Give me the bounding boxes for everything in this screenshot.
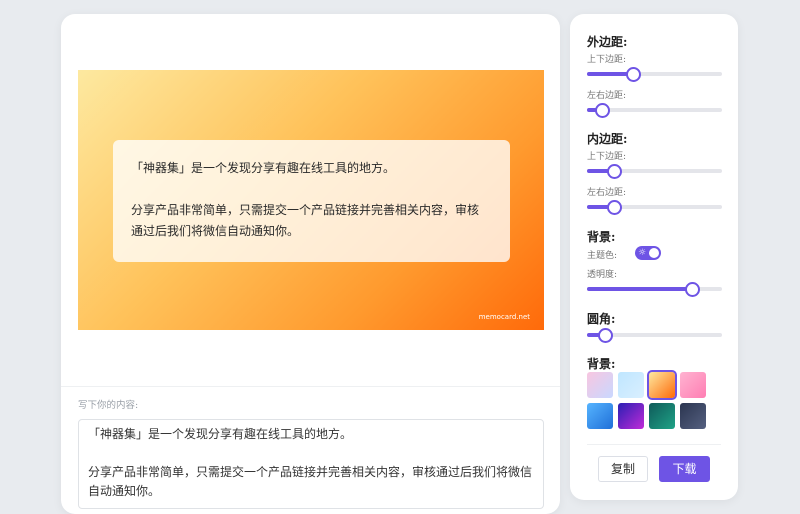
padding-title: 内边距: xyxy=(587,132,628,146)
background-swatch[interactable] xyxy=(647,370,677,400)
card-preview: 「神器集」是一个发现分享有趣在线工具的地方。 分享产品非常简单，只需提交一个产品… xyxy=(78,70,544,330)
background-swatch[interactable] xyxy=(680,403,706,429)
editor-line-3: 自动通知你。 xyxy=(88,484,161,498)
toggle-knob xyxy=(649,248,659,258)
background-swatches-title: 背景: xyxy=(587,357,616,371)
margin-horizontal-slider[interactable] xyxy=(587,103,722,118)
opacity-label: 透明度: xyxy=(587,270,618,280)
content-input-label: 写下你的内容: xyxy=(78,400,139,411)
preview-line-1: 「神器集」是一个发现分享有趣在线工具的地方。 xyxy=(131,161,396,175)
theme-color-label: 主题色: xyxy=(587,251,618,261)
slider-thumb[interactable] xyxy=(607,164,622,179)
preview-line-3: 通过后我们将微信自动通知你。 xyxy=(131,224,300,238)
opacity-slider[interactable] xyxy=(587,282,722,297)
slider-thumb[interactable] xyxy=(685,282,701,297)
divider xyxy=(61,386,560,387)
padding-horizontal-slider[interactable] xyxy=(587,200,722,215)
background-swatch[interactable] xyxy=(587,403,613,429)
theme-color-toggle[interactable]: ☼ xyxy=(635,246,661,260)
editor-line-2: 分享产品非常简单，只需提交一个产品链接并完善相关内容，审核通过后我们将微信 xyxy=(88,465,533,479)
margin-vertical-label: 上下边距: xyxy=(587,55,627,65)
download-button[interactable]: 下载 xyxy=(659,456,710,482)
background-title: 背景: xyxy=(587,230,616,244)
margin-title: 外边距: xyxy=(587,35,628,49)
margin-vertical-slider[interactable] xyxy=(587,67,722,82)
watermark: memocard.net xyxy=(478,313,530,321)
radius-title: 圆角: xyxy=(587,312,616,326)
background-swatch[interactable] xyxy=(587,372,613,398)
copy-button[interactable]: 复制 xyxy=(598,456,648,482)
memo-content-box: 「神器集」是一个发现分享有趣在线工具的地方。 分享产品非常简单，只需提交一个产品… xyxy=(113,140,510,262)
background-swatch[interactable] xyxy=(680,372,706,398)
panel-divider xyxy=(587,444,721,445)
content-textarea[interactable]: 「神器集」是一个发现分享有趣在线工具的地方。 分享产品非常简单，只需提交一个产品… xyxy=(78,419,544,509)
padding-vertical-slider[interactable] xyxy=(587,164,722,179)
margin-horizontal-label: 左右边距: xyxy=(587,91,627,101)
background-swatch[interactable] xyxy=(618,372,644,398)
preview-line-2: 分享产品非常简单，只需提交一个产品链接并完善相关内容，审核 xyxy=(131,203,480,217)
sun-icon: ☼ xyxy=(638,248,647,258)
settings-panel: 外边距: 上下边距: 左右边距: 内边距: 上下边距: 左右边距: 背景: 主题… xyxy=(570,14,738,500)
editor-line-1: 「神器集」是一个发现分享有趣在线工具的地方。 xyxy=(88,427,353,441)
padding-vertical-label: 上下边距: xyxy=(587,152,627,162)
card-editor: 「神器集」是一个发现分享有趣在线工具的地方。 分享产品非常简单，只需提交一个产品… xyxy=(61,14,560,514)
background-swatch[interactable] xyxy=(618,403,644,429)
slider-thumb[interactable] xyxy=(594,103,610,118)
slider-thumb[interactable] xyxy=(607,200,622,215)
padding-horizontal-label: 左右边距: xyxy=(587,188,627,198)
background-swatch[interactable] xyxy=(649,403,675,429)
slider-thumb[interactable] xyxy=(625,67,641,82)
radius-slider[interactable] xyxy=(587,328,722,343)
slider-thumb[interactable] xyxy=(597,328,613,343)
